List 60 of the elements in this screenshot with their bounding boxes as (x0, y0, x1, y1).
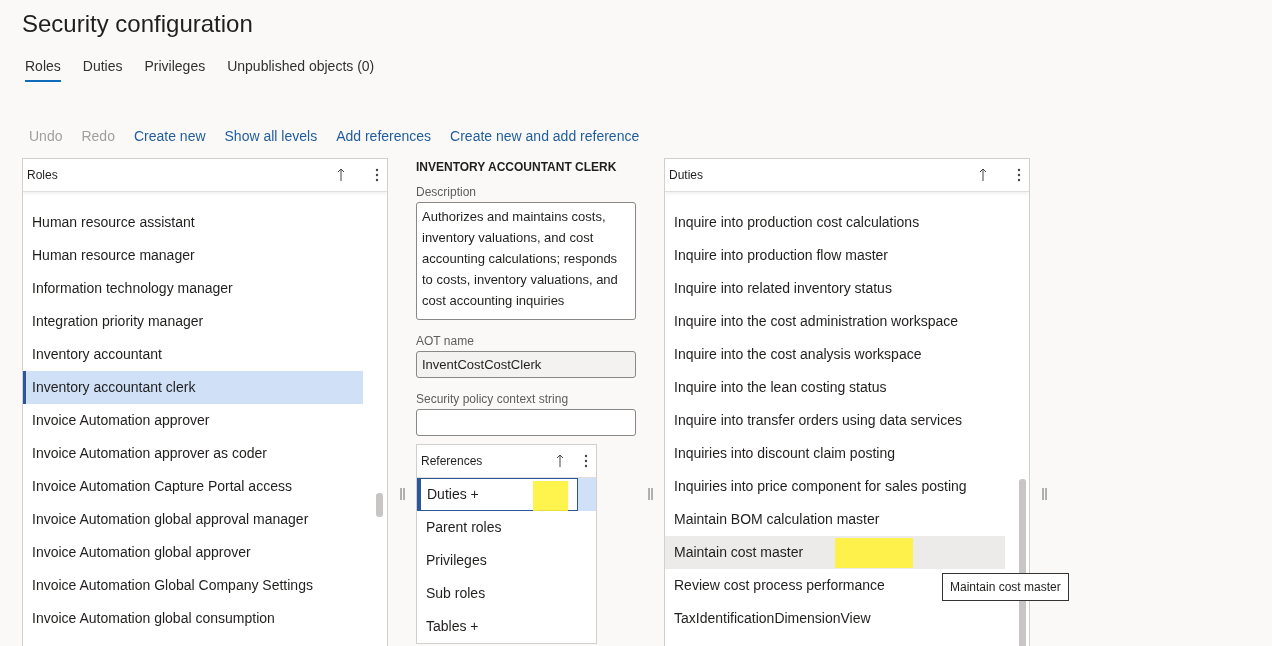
list-item[interactable]: Inventory accountant (23, 338, 363, 371)
list-item[interactable]: Inquire into transfer orders using data services (665, 404, 1005, 437)
header-label: References (421, 454, 483, 468)
list-item[interactable]: Human resource manager (23, 239, 363, 272)
list-item[interactable]: Inquire into the lean costing status (665, 371, 1005, 404)
list-item[interactable]: Inquire into production cost calculations (665, 206, 1005, 239)
list-item[interactable]: Integration priority manager (23, 305, 363, 338)
sort-arrow-icon[interactable] (337, 168, 345, 182)
list-item[interactable]: Invoice Automation Global Company Settings (23, 569, 363, 602)
list-item[interactable]: Information technology manager (23, 272, 363, 305)
action-link[interactable]: Show all levels (224, 128, 318, 144)
list-item[interactable]: Inquire into production flow master (665, 239, 1005, 272)
list-item[interactable]: Sub roles (417, 577, 596, 610)
field-label: AOT name (416, 334, 475, 348)
list-item[interactable]: Inventory accountant clerk (23, 371, 363, 404)
splitter-handle-icon[interactable] (399, 488, 405, 500)
list-item[interactable]: Invoice Automation Capture Portal access (23, 470, 363, 503)
sort-arrow-icon[interactable] (979, 168, 987, 182)
list-item[interactable]: Duties + (417, 478, 578, 511)
sort-arrow-icon[interactable] (556, 454, 564, 468)
more-icon[interactable] (375, 168, 379, 182)
list-item[interactable]: Maintain BOM calculation master (665, 503, 1005, 536)
page-title: Security configuration (22, 9, 254, 39)
section-heading: INVENTORY ACCOUNTANT CLERK (416, 160, 618, 174)
readonly-field: InventCostCostClerk (416, 351, 636, 378)
description-field[interactable]: Authorizes and maintains costs, inventory valuations, and cost accounting calculations; responds to costs, inventory valuations, and cost accounting inquiries (416, 202, 636, 320)
list-item[interactable]: Inquire into the cost analysis workspace (665, 338, 1005, 371)
action-link[interactable]: Create new (133, 128, 206, 144)
list-item[interactable]: TaxIdentificationDimensionView (665, 602, 1005, 635)
list-item[interactable]: Invoice Automation global consumption (23, 602, 363, 635)
more-icon[interactable] (1017, 168, 1021, 182)
splitter-handle-icon[interactable] (647, 488, 653, 500)
field-label: Description (416, 185, 478, 199)
tab[interactable]: Roles (25, 58, 61, 82)
tab[interactable]: Privileges (144, 58, 206, 82)
header-label: Roles (27, 168, 58, 182)
more-icon[interactable] (584, 454, 588, 468)
header-label: Duties (669, 168, 703, 182)
list-item[interactable]: Inquire into the cost administration workspace (665, 305, 1005, 338)
list-item[interactable]: Parent roles (417, 511, 596, 544)
tooltip: Maintain cost master (942, 573, 1069, 601)
action-link[interactable]: Add references (336, 128, 432, 144)
list-item[interactable]: Maintain cost master (665, 536, 1005, 569)
tab[interactable]: Unpublished objects (0) (227, 58, 375, 82)
list-item[interactable]: Privileges (417, 544, 596, 577)
list-item[interactable]: Human resource assistant (23, 206, 363, 239)
list-item[interactable]: Invoice Automation global approver (23, 536, 363, 569)
list-item[interactable]: Tables + (417, 610, 596, 643)
list-item[interactable]: Invoice Automation approver (23, 404, 363, 437)
list-item[interactable]: Inquiries into discount claim posting (665, 437, 1005, 470)
list-item[interactable]: Invoice Automation global approval manager (23, 503, 363, 536)
scrollbar-thumb[interactable] (376, 493, 383, 517)
list-item[interactable]: Inquire into related inventory status (665, 272, 1005, 305)
action-link[interactable]: Create new and add reference (450, 128, 640, 144)
field-label: Security policy context string (416, 392, 570, 406)
list-item[interactable]: Inquiries into price component for sales posting (665, 470, 1005, 503)
tab[interactable]: Duties (82, 58, 123, 82)
list-item[interactable]: Invoice Automation approver as coder (23, 437, 363, 470)
input-field[interactable] (416, 409, 636, 436)
splitter-handle-icon[interactable] (1041, 488, 1047, 500)
